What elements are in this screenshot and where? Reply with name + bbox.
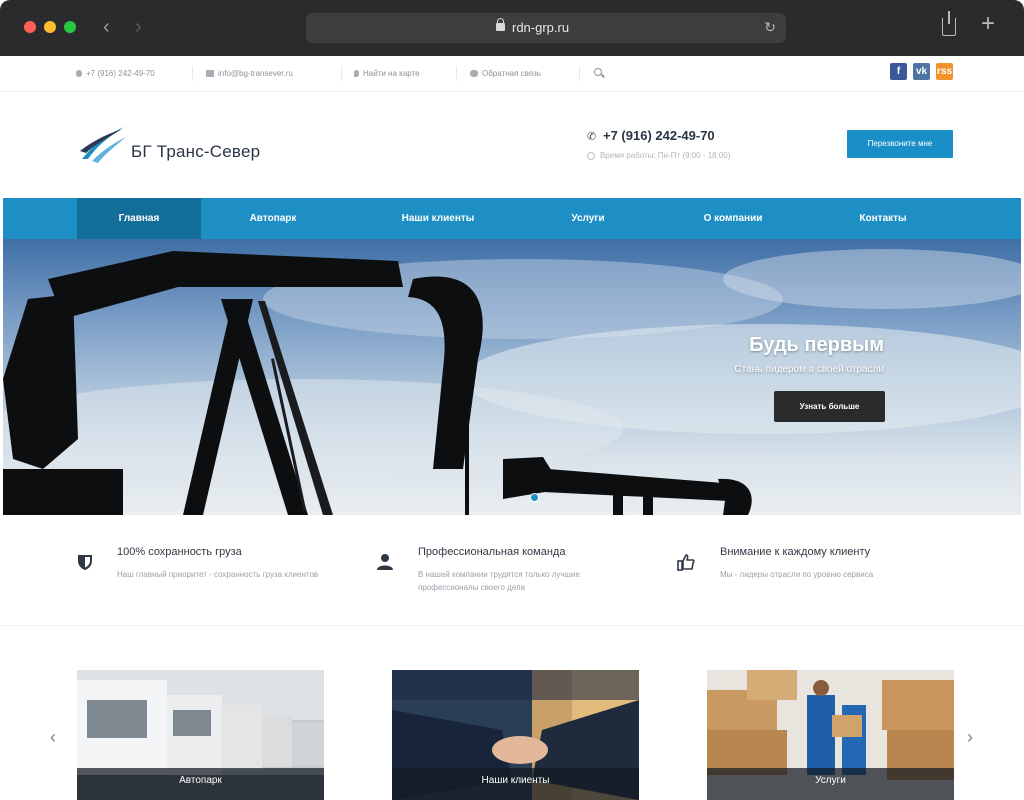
- phone-icon: ✆: [587, 131, 597, 143]
- feature-title-attention: Внимание к каждому клиенту: [720, 546, 871, 558]
- card-label-fleet: Автопарк: [77, 768, 324, 800]
- topbar-map-link[interactable]: Найти на карте: [354, 69, 420, 78]
- pumpjack-silhouette-image: [3, 249, 1021, 515]
- card-fleet[interactable]: Автопарк: [77, 670, 324, 800]
- map-pin-icon: [354, 70, 359, 77]
- feature-title-team: Профессиональная команда: [418, 546, 566, 558]
- callback-button[interactable]: Перезвоните мне: [847, 130, 953, 158]
- browser-toolbar: ‹ › rdn-grp.ru ↻ +: [0, 0, 1024, 56]
- mail-icon: [206, 70, 214, 77]
- close-window-button[interactable]: [24, 21, 36, 33]
- slider-dot[interactable]: [530, 493, 539, 502]
- share-icon[interactable]: [942, 11, 956, 36]
- hero-title: Будь первым: [749, 334, 884, 356]
- forward-arrow-icon[interactable]: ›: [135, 16, 142, 38]
- card-clients[interactable]: Наши клиенты: [392, 670, 639, 800]
- header-phone[interactable]: +7 (916) 242-49-70: [603, 128, 715, 143]
- nav-item-home[interactable]: Главная: [77, 198, 201, 239]
- vk-icon[interactable]: vk: [913, 63, 930, 80]
- browser-window: ‹ › rdn-grp.ru ↻ + +7 (916) 242-49-70 in…: [0, 0, 1024, 800]
- facebook-icon[interactable]: f: [890, 63, 907, 80]
- logo-icon[interactable]: [78, 125, 128, 165]
- learn-more-button[interactable]: Узнать больше: [774, 391, 885, 422]
- new-tab-icon[interactable]: +: [981, 12, 995, 36]
- nav-item-about[interactable]: О компании: [673, 198, 793, 239]
- working-hours: Время работы: Пн-Пт (9:00 - 18:00): [600, 151, 731, 160]
- top-info-bar: +7 (916) 242-49-70 info@bg-transever.ru …: [0, 56, 1024, 92]
- section-divider: [0, 625, 1024, 626]
- carousel-prev-arrow-icon[interactable]: ‹: [50, 727, 56, 748]
- phone-icon: [76, 70, 82, 77]
- clock-icon: [587, 152, 595, 160]
- nav-item-contacts[interactable]: Контакты: [833, 198, 933, 239]
- url-text: rdn-grp.ru: [512, 20, 570, 35]
- nav-item-fleet[interactable]: Автопарк: [213, 198, 333, 239]
- hero-subtitle: Стань лидером в своей отрасли: [734, 364, 884, 375]
- user-icon: [377, 554, 393, 570]
- back-arrow-icon[interactable]: ‹: [103, 16, 110, 38]
- card-label-services: Услуги: [707, 768, 954, 800]
- logo-text[interactable]: БГ Транс-Север: [131, 142, 260, 162]
- shield-icon: [78, 555, 92, 570]
- thumbs-up-icon: [677, 554, 695, 571]
- feature-text-team: В нашей компании трудятся только лучшие …: [418, 570, 580, 592]
- feature-text-safety: Наш главный приоритет - сохранность груз…: [117, 570, 319, 579]
- hero-slider: Будь первым Стань лидером в своей отрасл…: [3, 239, 1021, 515]
- topbar-feedback-link[interactable]: Обратная связь: [470, 69, 541, 78]
- feature-text-attention: Мы - лидеры отрасли по уровню сервиса: [720, 570, 874, 579]
- address-bar[interactable]: rdn-grp.ru ↻: [306, 13, 786, 43]
- search-icon[interactable]: [594, 68, 602, 76]
- lock-icon: [496, 18, 505, 31]
- card-services[interactable]: Услуги: [707, 670, 954, 800]
- rss-icon[interactable]: rss: [936, 63, 953, 80]
- nav-item-services[interactable]: Услуги: [543, 198, 633, 239]
- carousel-next-arrow-icon[interactable]: ›: [967, 727, 973, 748]
- topbar-map-text: Найти на карте: [363, 69, 420, 78]
- topbar-feedback-text: Обратная связь: [482, 69, 541, 78]
- card-label-clients: Наши клиенты: [392, 768, 639, 800]
- chat-icon: [470, 70, 478, 77]
- topbar-email-text: info@bg-transever.ru: [218, 69, 293, 78]
- topbar-phone[interactable]: +7 (916) 242-49-70: [76, 69, 155, 78]
- maximize-window-button[interactable]: [64, 21, 76, 33]
- reload-icon[interactable]: ↻: [764, 19, 776, 36]
- feature-title-safety: 100% сохранность груза: [117, 546, 242, 558]
- nav-item-clients[interactable]: Наши клиенты: [373, 198, 503, 239]
- topbar-phone-text: +7 (916) 242-49-70: [86, 69, 155, 78]
- minimize-window-button[interactable]: [44, 21, 56, 33]
- main-nav: Главная Автопарк Наши клиенты Услуги О к…: [3, 198, 1021, 239]
- topbar-email[interactable]: info@bg-transever.ru: [206, 69, 293, 78]
